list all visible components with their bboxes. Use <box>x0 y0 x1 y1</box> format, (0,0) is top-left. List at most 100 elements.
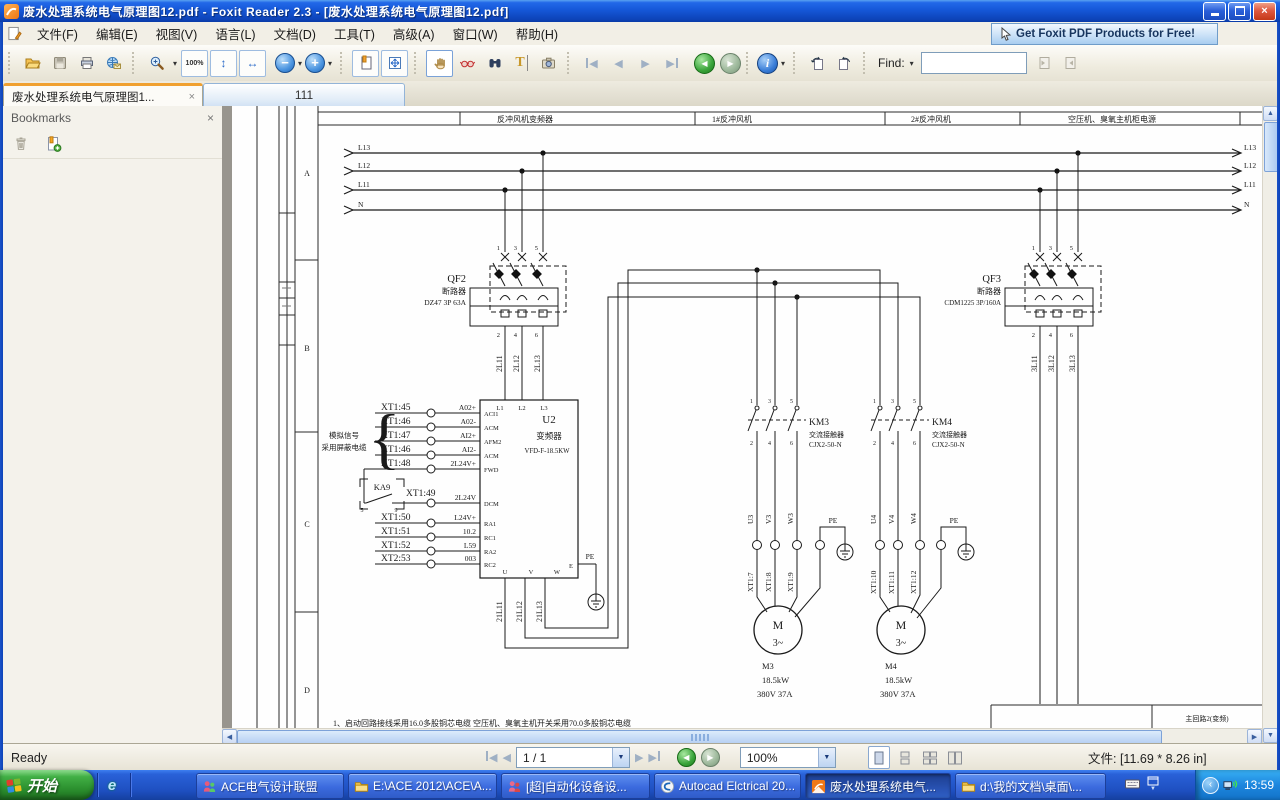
find-options-dropdown[interactable]: ▾ <box>907 59 917 68</box>
previous-page-button[interactable]: ◀ <box>605 50 632 77</box>
select-text-button[interactable]: T <box>508 50 535 77</box>
tab-close-icon[interactable]: × <box>189 91 202 103</box>
facing-view-button[interactable] <box>920 747 940 768</box>
scroll-down-button[interactable]: ▼ <box>1263 728 1278 743</box>
view-forward-button[interactable]: ▶ <box>701 748 720 767</box>
foxit-app-icon <box>4 4 19 19</box>
tray-collapse-icon[interactable]: ‹ <box>1202 777 1219 794</box>
start-button[interactable]: 开始 <box>0 770 94 800</box>
menu-item-help[interactable]: 帮助(H) <box>507 21 567 46</box>
zoom-level: 100% <box>741 751 818 765</box>
hand-tool-button[interactable] <box>426 50 453 77</box>
menu-item-view[interactable]: 视图(V) <box>147 21 207 46</box>
taskbar-item-ace-forum[interactable]: ACE电气设计联盟 <box>196 773 344 799</box>
menu-item-file[interactable]: 文件(F) <box>28 21 87 46</box>
menu-item-advanced[interactable]: 高级(A) <box>384 21 444 46</box>
rotate-left-button[interactable] <box>804 50 831 77</box>
tab-document-1[interactable]: 废水处理系统电气原理图1... × <box>3 83 203 108</box>
taskbar-item-explorer-ace[interactable]: E:\ACE 2012\ACE\A... <box>348 773 497 799</box>
print-button[interactable] <box>73 50 100 77</box>
svg-text:2#反冲风机: 2#反冲风机 <box>911 114 951 124</box>
menu-item-language[interactable]: 语言(L) <box>206 21 264 46</box>
menu-item-edit[interactable]: 编辑(E) <box>87 21 147 46</box>
document-page[interactable]: 反冲风机变频器 1#反冲风机 2#反冲风机 空压机、臭氧主机柜电源 A B C … <box>222 106 1262 728</box>
keyboard-language-icon[interactable] <box>1124 776 1141 792</box>
zoom-in-button[interactable]: + <box>305 53 325 73</box>
horizontal-scrollbar[interactable]: ◀ ▶ <box>222 728 1262 744</box>
svg-text:N: N <box>1244 200 1250 209</box>
page-number-combo[interactable]: 1 / 1 ▼ <box>516 747 630 768</box>
snapshot-button[interactable] <box>535 50 562 77</box>
panel-close-icon[interactable]: × <box>207 111 214 125</box>
find-input[interactable] <box>921 52 1027 74</box>
last-page-icon[interactable]: ▶ <box>648 751 660 764</box>
zoom-out-dropdown[interactable]: ▾ <box>295 59 305 68</box>
zoom-out-button[interactable]: − <box>275 53 295 73</box>
delete-bookmark-icon[interactable] <box>13 136 29 152</box>
fit-height-button[interactable]: ↕ <box>210 50 237 77</box>
properties-button[interactable]: i <box>757 53 778 74</box>
svg-text:CJX2-50-N: CJX2-50-N <box>932 441 965 449</box>
zoom-in-dropdown[interactable]: ▾ <box>325 59 335 68</box>
email-button[interactable] <box>100 50 127 77</box>
bookmarks-title: Bookmarks <box>11 111 71 125</box>
fit-width-button[interactable]: ↔ <box>239 50 266 77</box>
open-button[interactable] <box>19 50 46 77</box>
save-button[interactable] <box>46 50 73 77</box>
zoom-combo[interactable]: 100% ▼ <box>740 747 836 768</box>
search-button[interactable] <box>481 50 508 77</box>
scroll-up-button[interactable]: ▲ <box>1263 106 1278 121</box>
svg-text:M4: M4 <box>885 661 898 671</box>
tab-document-2[interactable]: 111 <box>203 83 405 106</box>
scroll-left-button[interactable]: ◀ <box>222 729 237 744</box>
network-status-icon[interactable] <box>1222 778 1238 793</box>
combo-caret-icon[interactable]: ▼ <box>612 748 629 767</box>
view-back-button[interactable]: ◀ <box>677 748 696 767</box>
menu-item-document[interactable]: 文档(D) <box>265 21 325 46</box>
reading-mode-button[interactable] <box>454 50 481 77</box>
go-back-button[interactable]: ◀ <box>694 53 715 74</box>
prev-page-icon[interactable]: ◀ <box>502 751 510 764</box>
continuous-facing-view-button[interactable] <box>945 747 965 768</box>
scroll-right-button[interactable]: ▶ <box>1247 729 1262 744</box>
taskbar-item-foxit-active[interactable]: 废水处理系统电气... <box>805 773 951 799</box>
continuous-view-button[interactable] <box>895 747 915 768</box>
vertical-scrollbar[interactable]: ▲ ▼ <box>1262 106 1278 743</box>
zoom-tool-button[interactable] <box>143 50 170 77</box>
svg-text:L12: L12 <box>1244 161 1256 170</box>
svg-text:L24V+: L24V+ <box>454 513 476 522</box>
taskbar-item-explorer-documents[interactable]: d:\我的文档\桌面\... <box>955 773 1106 799</box>
minimize-button[interactable] <box>1203 2 1226 21</box>
combo-caret-icon[interactable]: ▼ <box>818 748 835 767</box>
language-bar-caret-icon[interactable]: ▼ <box>1150 787 1156 792</box>
menu-item-tools[interactable]: 工具(T) <box>325 21 384 46</box>
add-bookmark-icon[interactable] <box>45 136 62 152</box>
svg-text:XT1:52: XT1:52 <box>381 541 411 551</box>
last-page-button[interactable]: ▶ <box>659 50 686 77</box>
single-page-view-button[interactable] <box>868 746 890 769</box>
menu-item-window[interactable]: 窗口(W) <box>444 21 507 46</box>
promo-banner[interactable]: Get Foxit PDF Products for Free! <box>991 23 1218 45</box>
go-forward-button[interactable]: ▶ <box>720 53 741 74</box>
fit-page-button[interactable] <box>381 50 408 77</box>
toolbar-grip <box>567 52 573 74</box>
first-page-button[interactable]: ◀ <box>578 50 605 77</box>
properties-dropdown[interactable]: ▾ <box>778 59 788 68</box>
svg-text:XT1:51: XT1:51 <box>381 527 411 537</box>
restore-button[interactable] <box>1228 2 1251 21</box>
close-button[interactable]: × <box>1253 2 1276 21</box>
next-page-icon[interactable]: ▶ <box>635 751 643 764</box>
taskbar-item-automation-group[interactable]: [超]自动化设备设... <box>501 773 650 799</box>
next-page-button[interactable]: ▶ <box>632 50 659 77</box>
ie-quicklaunch-icon[interactable]: e <box>102 775 122 795</box>
svg-text:380V 37A: 380V 37A <box>880 689 916 699</box>
zoom-tool-dropdown[interactable]: ▾ <box>170 59 180 68</box>
first-page-icon[interactable]: ◀ <box>485 751 497 764</box>
taskbar: 开始 e ACE电气设计联盟 E:\ACE 2012\ACE\A... [超]自… <box>0 770 1280 800</box>
find-previous-button[interactable] <box>1031 50 1058 77</box>
actual-size-button[interactable]: 100% <box>181 50 208 77</box>
taskbar-item-autocad-electrical[interactable]: Autocad Elctrical 20... <box>654 773 801 799</box>
rotate-right-button[interactable] <box>831 50 858 77</box>
find-next-button[interactable] <box>1058 50 1085 77</box>
single-page-button[interactable] <box>352 50 379 77</box>
